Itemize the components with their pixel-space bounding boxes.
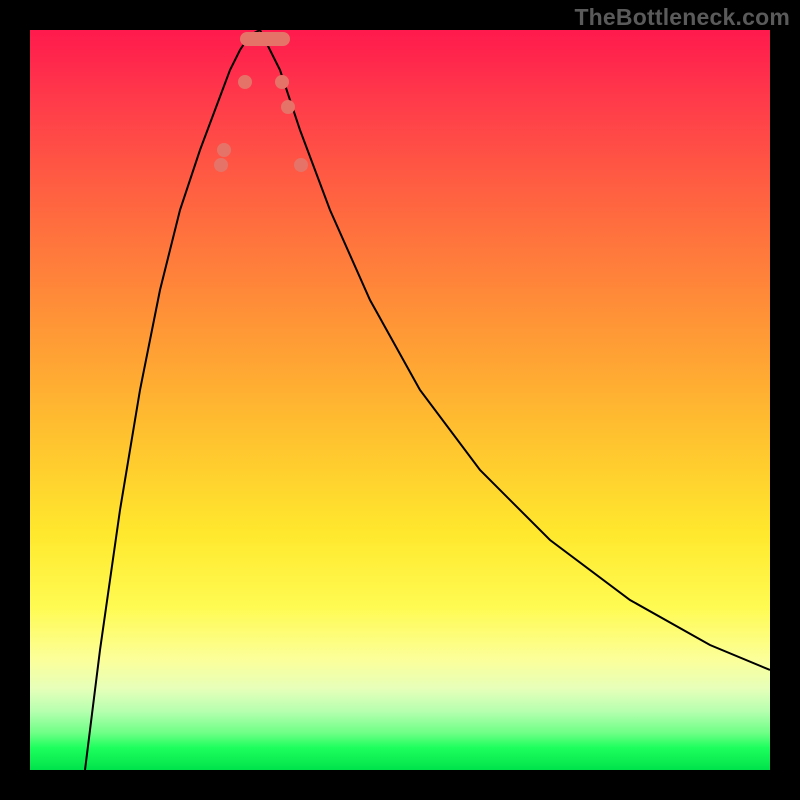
optimum-pill (240, 32, 290, 46)
curves-layer (30, 30, 770, 770)
chart-frame: TheBottleneck.com (0, 0, 800, 800)
data-markers (214, 75, 308, 172)
curve-marker (275, 75, 289, 89)
right-curve (260, 30, 770, 670)
left-curve (85, 30, 260, 770)
curve-marker (294, 158, 308, 172)
curve-marker (281, 100, 295, 114)
curve-marker (214, 158, 228, 172)
curve-marker (238, 75, 252, 89)
plot-area (30, 30, 770, 770)
watermark-text: TheBottleneck.com (574, 4, 790, 31)
optimum-markers (240, 32, 290, 46)
curve-marker (217, 143, 231, 157)
